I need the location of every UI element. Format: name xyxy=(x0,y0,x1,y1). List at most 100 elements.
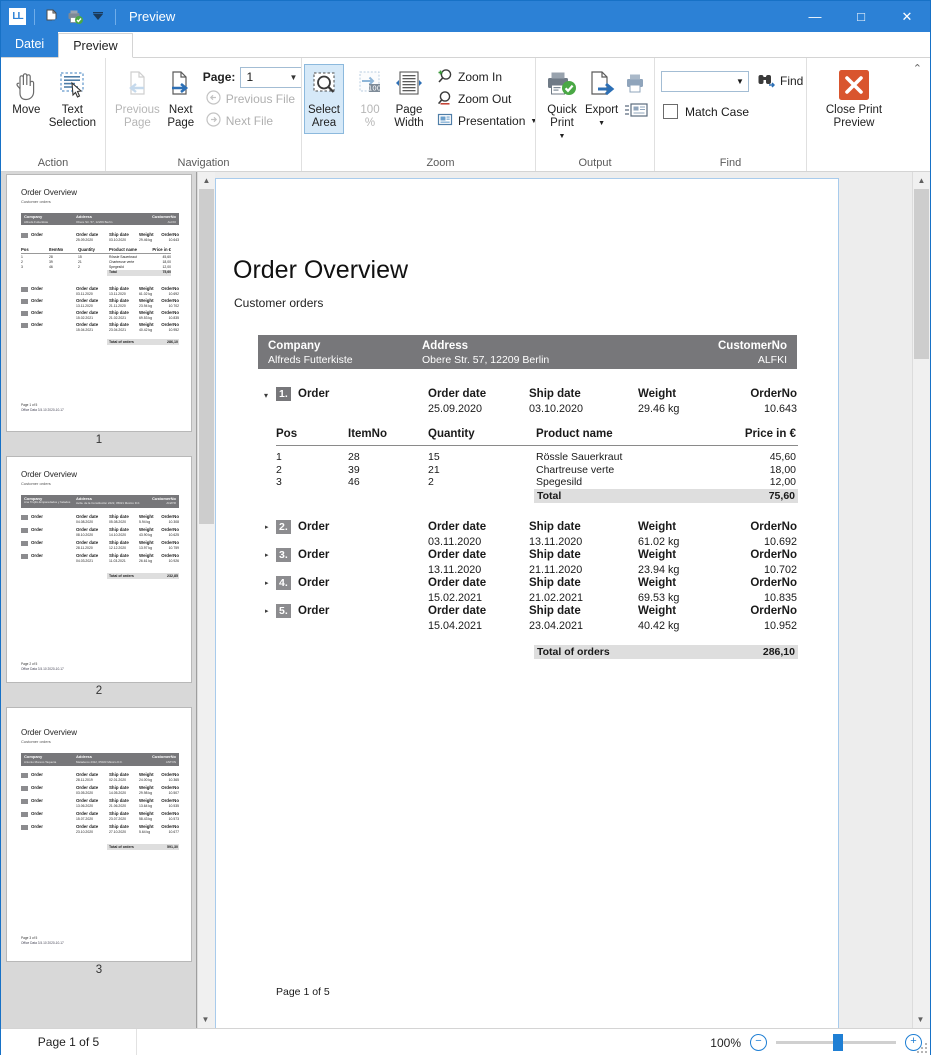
maximize-button[interactable]: □ xyxy=(838,1,884,32)
find-input[interactable]: ▼ xyxy=(661,70,749,92)
positions-total-row: Total 75,60 xyxy=(534,488,798,503)
zoom-out-button[interactable]: Zoom Out xyxy=(434,88,540,110)
presentation-label: Presentation xyxy=(458,114,526,128)
qat-dropdown-icon[interactable] xyxy=(89,8,107,26)
close-button[interactable]: ✕ xyxy=(884,1,930,32)
customerno-value: ALFKI xyxy=(757,354,787,366)
col-product: Product name xyxy=(536,428,613,440)
thumbnail-scrollbar-thumb[interactable] xyxy=(199,189,214,524)
scroll-up-icon[interactable]: ▲ xyxy=(913,172,930,189)
text-selection-button[interactable]: Text Selection xyxy=(46,64,99,134)
minimize-button[interactable]: — xyxy=(792,1,838,32)
weight-label-4: Weight xyxy=(638,577,677,589)
expand-collapse-icon[interactable]: ▸ xyxy=(265,579,269,587)
thumbnail-number-1: 1 xyxy=(95,434,103,446)
group-label-navigation: Navigation xyxy=(177,157,230,169)
export-icon xyxy=(586,68,618,102)
resize-grip-icon[interactable] xyxy=(917,1043,928,1054)
quick-print-button[interactable]: Quick Print ▼ xyxy=(542,64,582,147)
view-scrollbar-thumb[interactable] xyxy=(914,189,929,359)
row2-product: Chartreuse verte xyxy=(536,463,615,476)
row3-itemno: 46 xyxy=(348,476,360,488)
thumb2-total: 232,85 xyxy=(167,574,178,578)
quick-print-dropdown-icon[interactable]: ▼ xyxy=(559,130,566,143)
chevron-down-icon[interactable]: ▼ xyxy=(732,77,748,86)
thumbnail-list: Order Overview Customer orders Company A… xyxy=(1,172,196,1023)
order-date-label-5: Order date xyxy=(428,605,487,617)
orderno-label-3: OrderNo xyxy=(750,549,797,561)
ship-date-label-4: Ship date xyxy=(529,577,581,589)
export-dropdown-icon[interactable]: ▼ xyxy=(598,117,605,130)
thumb1-footer-2: Office Data 3.5.10 2020-10-17 xyxy=(21,408,64,412)
thumbnail-scrollbar[interactable]: ▲ ▼ xyxy=(197,172,215,1028)
row1-product: Rössle Sauerkraut xyxy=(536,451,623,463)
quick-access-toolbar: LL xyxy=(9,8,119,26)
tab-datei[interactable]: Datei xyxy=(1,32,59,57)
print-setup-icon[interactable] xyxy=(66,8,84,26)
expand-collapse-icon[interactable]: ▸ xyxy=(265,551,269,559)
zoom-out-icon[interactable]: − xyxy=(750,1034,767,1051)
weight-value-4: 69.53 kg xyxy=(638,592,680,604)
move-button[interactable]: Move xyxy=(7,64,46,121)
next-page-button[interactable]: Next Page xyxy=(163,64,199,134)
zoom-in-button[interactable]: Zoom In xyxy=(434,66,540,88)
view-scrollbar[interactable]: ▲ ▼ xyxy=(912,172,930,1028)
print-icon xyxy=(624,72,648,97)
zoom-in-label: Zoom In xyxy=(458,70,503,84)
new-document-icon[interactable] xyxy=(43,8,61,26)
zoom-slider[interactable] xyxy=(776,1034,896,1051)
order-date-label-4: Order date xyxy=(428,577,487,589)
row3-quantity: 2 xyxy=(428,476,434,488)
select-area-button[interactable]: Select Area xyxy=(304,64,344,134)
send-mail-button[interactable] xyxy=(621,100,653,122)
export-button[interactable]: Export ▼ xyxy=(582,64,621,134)
export-label: Export xyxy=(585,104,619,116)
scroll-down-icon[interactable]: ▼ xyxy=(913,1011,928,1028)
thumb2-title: Order Overview xyxy=(21,470,78,479)
expand-collapse-icon[interactable]: ▸ xyxy=(265,607,269,615)
previous-file-icon xyxy=(206,90,221,108)
previous-page-button[interactable]: Previous Page xyxy=(112,64,163,134)
row1-pos: 1 xyxy=(276,451,282,463)
ribbon-group-zoom: 100 100 % Page Width Zoom In Zoom Out Pr… xyxy=(346,58,537,171)
close-print-preview-button[interactable]: Close Print Preview xyxy=(813,64,895,134)
grand-total-label: Total of orders xyxy=(537,646,610,658)
thumb1-orders-rest: Order Order date 03.11.2020 Ship date 13… xyxy=(21,286,179,345)
find-button[interactable]: Find xyxy=(757,70,803,92)
expand-collapse-icon[interactable]: ▸ xyxy=(265,523,269,531)
thumbnail-page-3[interactable]: Order Overview Customer orders Company A… xyxy=(6,707,192,962)
thumb1-pos-header: Pos ItemNo Quantity Product name Price i… xyxy=(21,247,171,254)
tab-preview[interactable]: Preview xyxy=(58,33,133,58)
text-selection-label-2: Selection xyxy=(48,117,96,129)
orderno-label-2: OrderNo xyxy=(750,521,797,533)
thumbnail-page-1[interactable]: Order Overview Customer orders Company A… xyxy=(6,174,192,432)
group-label-close xyxy=(807,155,901,171)
collapse-ribbon-icon[interactable]: ⌃ xyxy=(913,62,922,75)
quick-print-label-1: Quick xyxy=(547,104,577,116)
group-label-action: Action xyxy=(37,157,69,169)
select-area-icon xyxy=(309,68,339,102)
match-case-checkbox[interactable] xyxy=(663,104,678,119)
page-width-button[interactable]: Page Width xyxy=(388,64,430,134)
zoom-slider-thumb[interactable] xyxy=(833,1034,843,1051)
previous-file-button[interactable]: Previous File xyxy=(203,88,303,110)
group-label-output: Output xyxy=(578,157,612,169)
col-price: Price in € xyxy=(744,428,796,440)
thumb3-title: Order Overview xyxy=(21,728,78,737)
next-file-button[interactable]: Next File xyxy=(203,110,303,132)
ll-logo-icon[interactable]: LL xyxy=(9,8,26,25)
presentation-button[interactable]: Presentation ▼ xyxy=(434,110,540,132)
expand-collapse-icon[interactable]: ▾ xyxy=(264,391,268,400)
weight-label-5: Weight xyxy=(638,605,677,617)
thumbnail-page-2[interactable]: Order Overview Customer orders Company A… xyxy=(6,456,192,683)
zoom-100-button[interactable]: 100 100 % xyxy=(352,64,388,134)
thumb2-address: Avda. de la Constitución 2222, 05021 Méx… xyxy=(76,501,140,505)
scroll-down-icon[interactable]: ▼ xyxy=(198,1011,213,1028)
page-width-label-2: Width xyxy=(394,117,424,129)
print-button[interactable] xyxy=(621,68,653,100)
col-itemno: ItemNo xyxy=(348,428,387,440)
page-combobox[interactable]: 1 ▼ xyxy=(240,66,303,88)
zoom-in-icon xyxy=(437,68,453,87)
orderno-value-3: 10.702 xyxy=(763,564,797,576)
scroll-up-icon[interactable]: ▲ xyxy=(198,172,215,189)
